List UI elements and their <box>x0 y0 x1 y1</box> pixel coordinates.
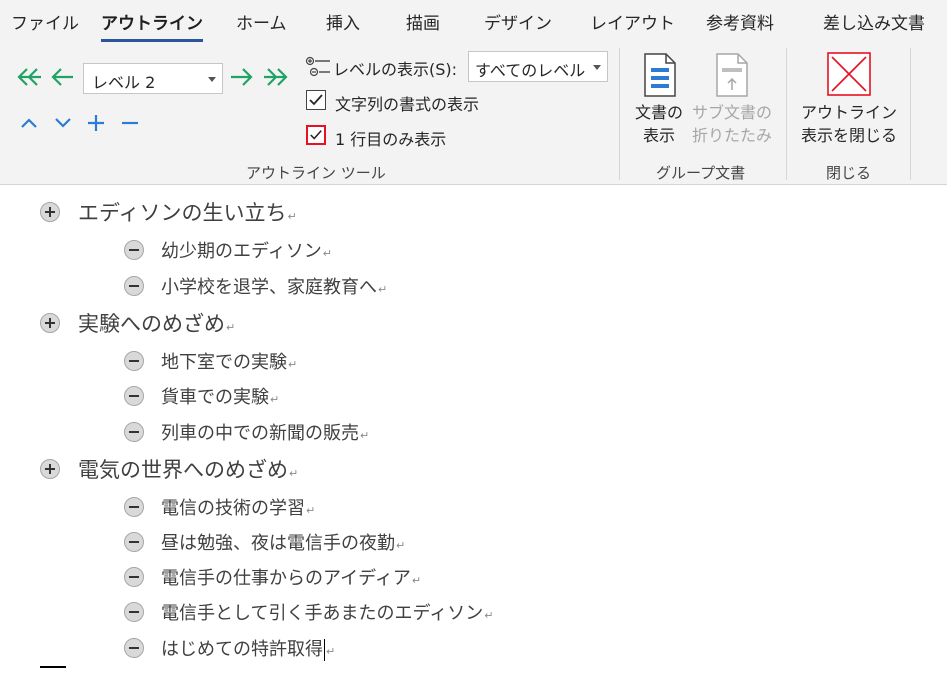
paragraph-mark-icon: ↵ <box>289 467 299 480</box>
collapse-minus-icon[interactable] <box>124 276 144 296</box>
collapse-minus-icon[interactable] <box>124 602 144 622</box>
paragraph-mark-icon: ↵ <box>226 321 236 334</box>
tab-draw[interactable]: 描画 <box>406 9 440 34</box>
paragraph-mark-icon: ↵ <box>288 358 298 371</box>
tab-mailings[interactable]: 差し込み文書 <box>823 9 925 34</box>
collapse-minus-icon[interactable] <box>124 386 144 406</box>
outline-heading-text: エディソンの生い立ち <box>78 201 287 225</box>
group-divider <box>786 48 787 180</box>
tab-file[interactable]: ファイル <box>11 9 79 34</box>
checkmark-icon <box>310 130 322 140</box>
close-outline-label-2: 表示を閉じる <box>801 126 898 145</box>
outline-subheading-text: 列車の中での新聞の販売 <box>161 423 359 444</box>
chevron-down-icon <box>593 65 601 70</box>
paragraph-mark-icon: ↵ <box>322 247 332 260</box>
ribbon-tabs: ファイル アウトライン ホーム 挿入 描画 デザイン レイアウト 参考資料 差し… <box>0 0 947 42</box>
paragraph-mark-icon: ↵ <box>396 539 406 552</box>
paragraph-mark-icon: ↵ <box>270 393 280 406</box>
demote-to-body-button[interactable] <box>261 62 291 92</box>
paragraph-mark-icon: ↵ <box>326 645 336 658</box>
tab-insert[interactable]: 挿入 <box>326 9 360 34</box>
collapse-subdocuments-label-1: サブ文書の <box>692 103 773 122</box>
expand-plus-icon[interactable] <box>40 459 60 479</box>
show-level-label: レベルの表示(S): <box>333 60 458 79</box>
paragraph-mark-icon: ↵ <box>378 283 388 296</box>
show-level-value: すべてのレベル <box>475 61 586 80</box>
expand-plus-icon[interactable] <box>40 313 60 333</box>
collapse-subdocuments-label-2: 折りたたみ <box>692 126 773 145</box>
chevron-down-icon <box>208 77 216 82</box>
expand-button[interactable] <box>81 108 111 138</box>
expand-plus-icon[interactable] <box>40 202 60 222</box>
tab-outline[interactable]: アウトライン <box>101 9 203 42</box>
show-formatting-checkbox[interactable] <box>306 90 326 110</box>
first-line-only-label: 1 行目のみ表示 <box>335 130 447 149</box>
first-line-only-checkbox[interactable] <box>306 125 326 145</box>
outline-subheading-text: 地下室での実験 <box>161 352 287 373</box>
document-body[interactable]: エディソンの生い立ち↵ 幼少期のエディソン↵ 小学校を退学、家庭教育へ↵ 実験へ… <box>0 186 947 693</box>
outline-tools-group-label: アウトライン ツール <box>246 164 386 182</box>
promote-to-heading1-button[interactable] <box>14 62 44 92</box>
paragraph-mark-icon: ↵ <box>360 429 370 442</box>
collapse-minus-icon[interactable] <box>124 422 144 442</box>
outline-subheading-text: はじめての特許取得 <box>161 639 323 660</box>
ribbon: レベル 2 レベルの表示(S): すべてのレベル 文字列の書式の表示 1 行目の… <box>0 42 947 185</box>
outline-level-value: レベル 2 <box>92 73 156 92</box>
tab-design[interactable]: デザイン <box>484 9 552 34</box>
close-icon <box>827 52 871 96</box>
show-level-dropdown[interactable]: すべてのレベル <box>468 51 608 82</box>
show-formatting-label: 文字列の書式の表示 <box>335 95 480 114</box>
tab-references[interactable]: 参考資料 <box>706 9 774 34</box>
checkmark-icon <box>309 94 323 106</box>
outline-subheading-text: 電信手として引く手あまたのエディソン <box>161 603 484 624</box>
collapse-minus-icon[interactable] <box>124 351 144 371</box>
master-document-group-label: グループ文書 <box>656 164 746 182</box>
move-down-icon <box>55 118 71 128</box>
tab-home[interactable]: ホーム <box>236 9 287 34</box>
show-level-icon <box>305 56 330 77</box>
promote-icon <box>51 68 73 86</box>
collapse-minus-icon[interactable] <box>124 638 144 658</box>
outline-heading-text: 実験へのめざめ <box>78 312 225 336</box>
tab-layout[interactable]: レイアウト <box>590 9 675 34</box>
group-divider <box>910 48 911 180</box>
demote-button[interactable] <box>227 62 257 92</box>
paragraph-mark-icon: ↵ <box>306 504 316 517</box>
paragraph-mark-icon: ↵ <box>411 574 422 587</box>
group-divider <box>619 48 620 180</box>
show-document-label-2: 表示 <box>643 126 676 145</box>
outline-subheading-text: 幼少期のエディソン <box>161 241 322 262</box>
promote-button[interactable] <box>47 62 77 92</box>
demote-to-body-icon <box>264 68 288 86</box>
outline-subheading-text: 昼は勉強、夜は電信手の夜勤 <box>161 533 395 554</box>
outline-subheading-text: 電信の技術の学習 <box>161 498 305 519</box>
document-icon <box>644 53 676 97</box>
collapse-minus-icon[interactable] <box>124 240 144 260</box>
move-up-button[interactable] <box>14 108 44 138</box>
collapse-minus-icon[interactable] <box>124 567 144 587</box>
move-down-button[interactable] <box>48 108 78 138</box>
demote-icon <box>231 68 253 86</box>
move-up-icon <box>21 118 37 128</box>
outline-level-dropdown[interactable]: レベル 2 <box>83 63 223 94</box>
outline-subheading-text: 小学校を退学、家庭教育へ <box>161 277 377 298</box>
outline-subheading-text: 電信手の仕事からのアイディア <box>161 568 411 589</box>
close-outline-label-1: アウトライン <box>801 103 898 122</box>
outline-heading-text: 電気の世界へのめざめ <box>78 458 288 482</box>
collapse-icon <box>122 121 138 125</box>
end-of-document-mark <box>40 666 66 668</box>
collapse-minus-icon[interactable] <box>124 532 144 552</box>
paragraph-mark-icon: ↵ <box>484 609 494 622</box>
collapse-minus-icon[interactable] <box>124 497 144 517</box>
collapse-subdocuments-icon <box>716 53 748 97</box>
collapse-button[interactable] <box>115 108 145 138</box>
promote-to-heading1-icon <box>17 68 41 86</box>
show-document-label-1: 文書の <box>635 103 684 122</box>
close-group-label: 閉じる <box>826 164 872 182</box>
text-cursor <box>324 639 325 661</box>
expand-icon <box>88 115 104 131</box>
outline-subheading-text: 貨車での実験 <box>161 387 269 408</box>
paragraph-mark-icon: ↵ <box>287 210 297 223</box>
